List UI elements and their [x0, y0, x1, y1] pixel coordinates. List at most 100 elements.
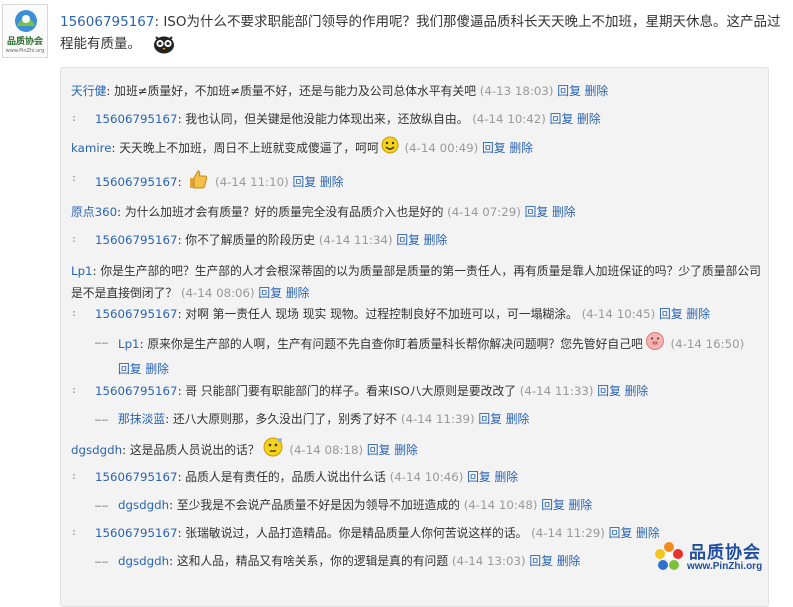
delete-link[interactable]: 删除 — [494, 470, 518, 484]
comment-timestamp: (4-14 07:29) — [447, 205, 521, 219]
delete-link[interactable]: 删除 — [320, 175, 344, 189]
reply-link[interactable]: 回复 — [367, 443, 391, 457]
comment-item: 15606795167: 对啊 第一责任人 现场 现实 现物。过程控制良好不加班… — [95, 307, 711, 321]
comment-timestamp: (4-14 08:06) — [180, 286, 255, 300]
thumbs-up-emoji-icon — [187, 168, 209, 197]
reply-tree-marker: …… — [95, 336, 110, 347]
grin-emoji-icon — [381, 136, 399, 161]
reply-tree-marker: : — [71, 113, 79, 124]
comment-author-link[interactable]: 原点360 — [71, 205, 117, 219]
comment-timestamp: (4-14 11:10) — [215, 175, 289, 189]
reply-tree-marker: …… — [95, 499, 110, 510]
reply-link[interactable]: 回复 — [293, 175, 317, 189]
comment-author-link[interactable]: 15606795167 — [95, 526, 178, 540]
flower-logo-icon — [655, 542, 683, 570]
reply-link[interactable]: 回复 — [529, 554, 553, 568]
comment-text: 为什么加班才会有质量？好的质量完全没有品质介入也是好的 — [124, 205, 444, 219]
comment-author-link[interactable]: 15606795167 — [95, 233, 178, 247]
pinzhi-logo-icon — [15, 10, 37, 32]
comment-timestamp: (4-14 10:42) — [472, 112, 546, 126]
reply-link[interactable]: 回复 — [478, 412, 502, 426]
reply-link[interactable]: 回复 — [467, 470, 491, 484]
delete-link[interactable]: 删除 — [557, 554, 581, 568]
reply-tree-marker: : — [71, 471, 79, 482]
delete-link[interactable]: 删除 — [394, 443, 418, 457]
reply-tree-marker: …… — [95, 413, 110, 424]
reply-tree-marker: : — [71, 308, 79, 319]
pig-emoji-icon — [645, 331, 665, 358]
comment-timestamp: (4-14 16:50) — [670, 337, 745, 351]
delete-link[interactable]: 删除 — [686, 307, 710, 321]
reply-tree-marker: : — [71, 527, 79, 538]
delete-link[interactable]: 删除 — [145, 362, 169, 376]
reply-link[interactable]: 回复 — [258, 286, 282, 300]
delete-link[interactable]: 删除 — [625, 384, 649, 398]
delete-link[interactable]: 删除 — [506, 412, 530, 426]
comment-item: dgsdgdh: 至少我是不会说产品质量不好是因为领导不加班造成的 (4-14 … — [118, 498, 593, 512]
avatar-name: 品质协会 — [6, 37, 43, 47]
comment-item: 天行健: 加班≠质量好，不加班≠质量不好，还是与能力及公司总体水平有关吧 (4-… — [71, 84, 609, 98]
avatar[interactable]: 品质协会 www.PinZhi.org — [2, 4, 48, 58]
reply-tree-marker: : — [71, 173, 79, 184]
delete-link[interactable]: 删除 — [585, 84, 609, 98]
delete-link[interactable]: 删除 — [552, 205, 576, 219]
comment-item: 15606795167: 品质人是有责任的，品质人说出什么话 (4-14 10:… — [95, 470, 519, 484]
site-watermark: 品质协会 www.PinZhi.org — [653, 534, 783, 580]
comment-item: 15606795167: 你不了解质量的阶段历史 (4-14 11:34) 回复… — [95, 233, 448, 247]
comment-item: 15606795167: 哥 只能部门要有职能部门的样子。看来ISO八大原则是要… — [95, 384, 649, 398]
main-post: 15606795167: ISO为什么不要求职能部门领导的作用呢？我们那傻逼品质… — [60, 14, 781, 54]
comment-text: 还八大原则那，多久没出门了，别秀了好不 — [172, 412, 398, 426]
comment-item: kamire: 天天晚上不加班，周日不上班就变成傻逼了，呵呵 (4-14 00:… — [71, 136, 533, 161]
comment-author-link[interactable]: 15606795167 — [95, 384, 178, 398]
comment-timestamp: (4-14 00:49) — [404, 141, 479, 155]
comment-author-link[interactable]: dgsdgdh — [118, 554, 169, 568]
comment-text: 原来你是生产部的人啊，生产有问题不先自查你盯着质量科长帮你解决问题啊？您先管好自… — [147, 337, 643, 351]
post-author-link[interactable]: 15606795167 — [60, 14, 154, 30]
comment-text: 这是品质人员说出的话？ — [129, 443, 260, 457]
delete-link[interactable]: 删除 — [424, 233, 448, 247]
comment-text: 对啊 第一责任人 现场 现实 现物。过程控制良好不加班可以，可一塌糊涂。 — [185, 307, 578, 321]
comment-text: 这和人品，精品又有啥关系，你的逻辑是真的有问题 — [176, 554, 449, 568]
comment-author-link[interactable]: dgsdgdh — [71, 443, 122, 457]
comment-author-link[interactable]: 15606795167 — [95, 175, 178, 189]
comment-timestamp: (4-14 10:46) — [389, 470, 464, 484]
thinking-emoji-icon — [262, 436, 284, 465]
reply-link[interactable]: 回复 — [118, 362, 142, 376]
comment-item: Lp1: 你是生产部的吧？生产部的人才会根深蒂固的以为质量部是质量的第一责任人，… — [71, 264, 761, 300]
reply-link[interactable]: 回复 — [659, 307, 683, 321]
comment-author-link[interactable]: kamire — [71, 141, 111, 155]
comment-text: 你是生产部的吧？生产部的人才会根深蒂固的以为质量部是质量的第一责任人，再有质量是… — [71, 264, 761, 300]
comment-author-link[interactable]: 15606795167 — [95, 470, 178, 484]
comment-author-link[interactable]: 15606795167 — [95, 307, 178, 321]
comment-text: 哥 只能部门要有职能部门的样子。看来ISO八大原则是要改改了 — [185, 384, 517, 398]
comment-item: 那抹淡蓝: 还八大原则那，多久没出门了，别秀了好不 (4-14 11:39) 回… — [118, 412, 530, 426]
reply-link[interactable]: 回复 — [597, 384, 621, 398]
reply-link[interactable]: 回复 — [557, 84, 581, 98]
comment-timestamp: (4-14 08:18) — [289, 443, 364, 457]
comment-item: 15606795167: 张瑞敏说过，人品打造精品。你是精品质量人你何苦说这样的… — [95, 526, 660, 540]
reply-link[interactable]: 回复 — [482, 141, 506, 155]
watermark-name: 品质协会 — [689, 543, 761, 563]
reply-link[interactable]: 回复 — [525, 205, 549, 219]
reply-tree-marker: : — [71, 385, 79, 396]
comment-timestamp: (4-14 11:33) — [519, 384, 594, 398]
reply-link[interactable]: 回复 — [541, 498, 565, 512]
delete-link[interactable]: 删除 — [509, 141, 533, 155]
comment-author-link[interactable]: 15606795167 — [95, 112, 178, 126]
reply-link[interactable]: 回复 — [550, 112, 574, 126]
watermark-url: www.PinZhi.org — [687, 561, 763, 572]
reply-link[interactable]: 回复 — [396, 233, 420, 247]
reply-tree-marker: …… — [95, 555, 110, 566]
comment-timestamp: (4-14 13:03) — [451, 554, 526, 568]
comment-text: 天天晚上不加班，周日不上班就变成傻逼了，呵呵 — [119, 141, 379, 155]
comment-author-link[interactable]: 天行健 — [71, 84, 106, 98]
delete-link[interactable]: 删除 — [569, 498, 593, 512]
comment-author-link[interactable]: Lp1 — [118, 337, 140, 351]
comment-author-link[interactable]: 那抹淡蓝 — [118, 412, 165, 426]
delete-link[interactable]: 删除 — [286, 286, 310, 300]
delete-link[interactable]: 删除 — [577, 112, 601, 126]
comment-author-link[interactable]: Lp1 — [71, 264, 93, 278]
comment-author-link[interactable]: dgsdgdh — [118, 498, 169, 512]
reply-tree-marker: : — [71, 234, 79, 245]
reply-link[interactable]: 回复 — [609, 526, 633, 540]
